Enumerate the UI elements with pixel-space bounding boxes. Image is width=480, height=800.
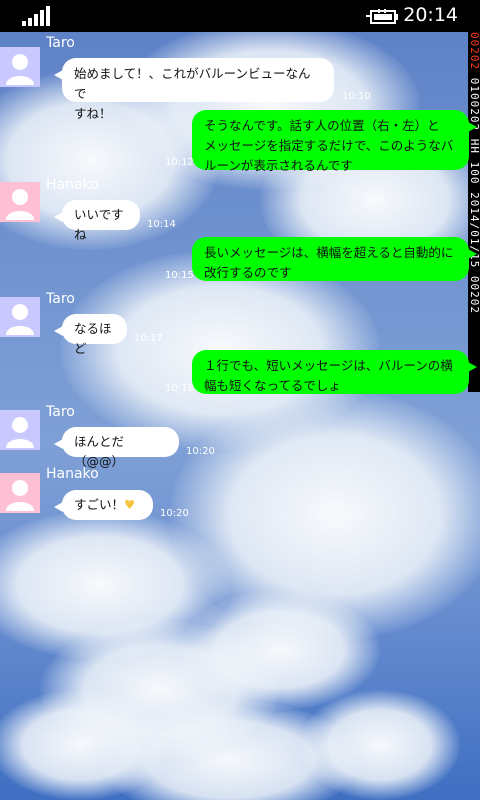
message-time: 10:20 bbox=[186, 446, 215, 457]
message-text: メッセージを指定するだけで、このようなバ bbox=[204, 138, 454, 153]
cloud-decoration bbox=[180, 590, 380, 710]
message-time: 10:20 bbox=[160, 508, 189, 519]
heart-icon: ♥ bbox=[124, 497, 136, 512]
message-bubble-right: 長いメッセージは、横幅を超えると自動的に 改行するのです bbox=[192, 237, 477, 281]
message-bubble-left: ほんとだ（@@） bbox=[54, 427, 179, 469]
message-bubble-left: なるほど bbox=[54, 314, 127, 356]
avatar-hanako bbox=[0, 473, 40, 513]
side-strip-text: 00202 0100202 HH 100 2014/01/15 00202 bbox=[468, 32, 480, 314]
person-icon bbox=[6, 189, 34, 220]
person-icon bbox=[6, 54, 34, 85]
avatar-taro bbox=[0, 410, 40, 450]
side-strip-top-text: 00202 bbox=[468, 32, 480, 71]
battery-charging-icon bbox=[366, 9, 398, 24]
message-text: なるほど bbox=[74, 321, 112, 356]
person-icon bbox=[6, 417, 34, 448]
message-text: すごい！ bbox=[74, 497, 125, 512]
sender-name: Taro bbox=[46, 291, 75, 307]
message-bubble-right: １行でも、短いメッセージは、バルーンの横 幅も短くなってるでしょ bbox=[192, 350, 477, 394]
avatar-taro bbox=[0, 297, 40, 337]
message-text: いいですね bbox=[74, 207, 124, 242]
sender-name: Taro bbox=[46, 35, 75, 51]
person-icon bbox=[6, 304, 34, 335]
message-bubble-left: すごい！♥ bbox=[54, 490, 153, 520]
status-bar: 20:14 bbox=[0, 0, 480, 32]
side-strip-date-text: 0100202 HH 100 2014/01/15 00202 bbox=[468, 77, 480, 315]
message-text-row: すごい！♥ bbox=[74, 495, 141, 515]
chat-screen: 20:14 00202 0100202 HH 100 2014/01/15 00… bbox=[0, 0, 480, 800]
message-time: 10:17 bbox=[134, 333, 163, 344]
message-time: 10:10 bbox=[342, 91, 371, 102]
message-text: １行でも、短いメッセージは、バルーンの横 bbox=[204, 358, 453, 373]
message-bubble-left: 始めまして！、これがバルーンビューなんで すね！ bbox=[54, 58, 334, 121]
message-time: 10:18 bbox=[165, 383, 194, 394]
message-bubble-left: いいですね bbox=[54, 200, 140, 242]
sender-name: Hanako bbox=[46, 466, 99, 482]
sender-name: Taro bbox=[46, 404, 75, 420]
message-bubble-right: そうなんです。話す人の位置（右・左）と メッセージを指定するだけで、このようなバ… bbox=[192, 110, 477, 173]
message-text: 長いメッセージは、横幅を超えると自動的に bbox=[204, 245, 454, 260]
message-time: 10:12 bbox=[165, 157, 194, 168]
person-icon bbox=[6, 480, 34, 511]
message-time: 10:15 bbox=[165, 270, 194, 281]
avatar-taro bbox=[0, 47, 40, 87]
message-text: そうなんです。話す人の位置（右・左）と bbox=[204, 118, 440, 133]
message-text: 始めまして！、これがバルーンビューなんで bbox=[74, 66, 311, 101]
message-text: 改行するのです bbox=[204, 265, 292, 280]
sender-name: Hanako bbox=[46, 177, 99, 193]
message-time: 10:14 bbox=[147, 219, 176, 230]
avatar-hanako bbox=[0, 182, 40, 222]
message-text: 幅も短くなってるでしょ bbox=[204, 378, 341, 393]
signal-bars-icon bbox=[22, 6, 50, 26]
status-clock: 20:14 bbox=[403, 4, 458, 26]
message-text: ルーンが表示されるんです bbox=[204, 158, 353, 173]
